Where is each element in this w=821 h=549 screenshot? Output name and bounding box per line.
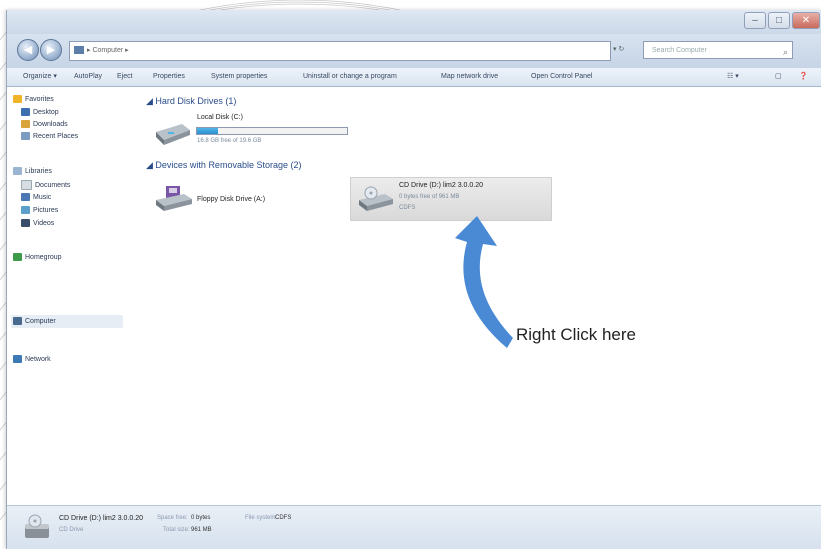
nav-label: Music	[33, 194, 52, 201]
cd-drive-fs: CDFS	[399, 205, 416, 211]
map-network-drive-button[interactable]: Map network drive	[441, 68, 498, 86]
nav-homegroup[interactable]: Homegroup	[13, 253, 62, 263]
desktop-icon	[21, 108, 30, 117]
removable-group-header[interactable]: ◢ Devices with Removable Storage (2)	[146, 160, 301, 171]
collapse-arrow-icon: ◢	[146, 160, 156, 170]
status-total-size-label: Total size:	[163, 527, 190, 533]
details-pane: CD Drive (D:) lim2 3.0.0.20 CD Drive Spa…	[7, 505, 821, 549]
local-disk-name: Local Disk (C:)	[197, 114, 243, 121]
eject-button[interactable]: Eject	[117, 68, 133, 86]
cd-drive-icon	[359, 186, 393, 211]
nav-music[interactable]: Music	[21, 193, 51, 203]
group-label: Hard Disk Drives (1)	[155, 96, 237, 106]
local-disk-capacity-bar	[196, 127, 348, 135]
cd-drive-icon	[25, 514, 49, 538]
nav-favorites[interactable]: Favorites	[13, 95, 54, 105]
forward-button[interactable]: ▶	[40, 39, 62, 61]
maximize-button[interactable]: □	[768, 12, 790, 29]
nav-recent-places[interactable]: Recent Places	[21, 132, 78, 142]
nav-desktop[interactable]: Desktop	[21, 108, 59, 118]
recent-places-icon	[21, 132, 30, 141]
cd-drive-name: CD Drive (D:) lim2 3.0.0.20	[399, 182, 484, 189]
command-toolbar: Organize ▾ AutoPlay Eject Properties Sys…	[7, 68, 821, 87]
floppy-drive-icon	[156, 186, 192, 211]
music-icon	[21, 193, 30, 202]
nav-label: Videos	[33, 220, 55, 227]
annotation-text: Right Click here	[516, 325, 636, 344]
collapse-arrow-icon: ◢	[146, 96, 156, 106]
computer-icon	[74, 46, 84, 55]
floppy-drive-name: Floppy Disk Drive (A:)	[197, 196, 266, 203]
computer-icon	[13, 317, 22, 326]
back-button[interactable]: ◀	[17, 39, 39, 61]
search-icon: ⌕	[782, 47, 788, 57]
nav-label: Network	[25, 356, 51, 363]
close-button[interactable]: ✕	[792, 12, 820, 29]
homegroup-icon	[13, 253, 22, 262]
search-placeholder: Search Computer	[652, 47, 707, 54]
status-drive-name: CD Drive (D:) lim2 3.0.0.20	[59, 515, 144, 522]
properties-button[interactable]: Properties	[153, 68, 185, 86]
hard-drive-icon	[156, 124, 190, 145]
star-icon	[13, 95, 22, 104]
libraries-icon	[13, 167, 22, 176]
status-fs-label: File system:	[245, 515, 278, 521]
open-control-panel-button[interactable]: Open Control Panel	[531, 68, 592, 86]
cd-drive-free: 0 bytes free of 961 MB	[399, 194, 460, 200]
explorer-window: – □ ✕ ◀ ▶ ▸ Computer ▸ ▾ ↻ Search Comput…	[6, 10, 821, 549]
status-space-free-label: Space free:	[157, 515, 188, 521]
downloads-icon	[21, 120, 30, 129]
nav-label: Favorites	[25, 96, 54, 103]
annotation-arrow	[455, 216, 513, 348]
nav-label: Desktop	[33, 109, 59, 116]
nav-label: Pictures	[33, 207, 59, 214]
autoplay-button[interactable]: AutoPlay	[74, 68, 102, 86]
group-label: Devices with Removable Storage (2)	[155, 160, 302, 170]
nav-documents[interactable]: Documents	[21, 180, 70, 190]
nav-downloads[interactable]: Downloads	[21, 120, 68, 130]
nav-computer[interactable]: Computer	[13, 317, 56, 327]
nav-label: Recent Places	[33, 133, 79, 140]
status-total-size-value: 961 MB	[191, 527, 212, 533]
nav-label: Computer	[25, 318, 56, 325]
capacity-fill	[197, 128, 218, 134]
address-bar[interactable]: ▸ Computer ▸	[69, 41, 611, 61]
title-bar: – □ ✕	[7, 10, 821, 34]
minimize-button[interactable]: –	[744, 12, 766, 29]
preview-pane-icon[interactable]: ▢	[775, 68, 782, 86]
documents-icon	[21, 180, 32, 190]
nav-videos[interactable]: Videos	[21, 219, 54, 229]
address-path: ▸ Computer ▸	[87, 47, 129, 54]
status-drive-type: CD Drive	[59, 527, 84, 533]
nav-pictures[interactable]: Pictures	[21, 206, 58, 216]
pictures-icon	[21, 206, 30, 215]
refresh-button[interactable]: ▾ ↻	[613, 41, 639, 59]
help-icon[interactable]: ❓	[799, 68, 808, 86]
nav-label: Documents	[35, 181, 71, 189]
status-space-free-value: 0 bytes	[191, 515, 211, 521]
nav-label: Libraries	[25, 168, 52, 175]
uninstall-program-button[interactable]: Uninstall or change a program	[303, 68, 397, 86]
hdd-group-header[interactable]: ◢ Hard Disk Drives (1)	[146, 96, 236, 107]
local-disk-free: 16.8 GB free of 19.6 GB	[197, 138, 262, 144]
system-properties-button[interactable]: System properties	[211, 68, 267, 86]
videos-icon	[21, 219, 30, 228]
address-row: ◀ ▶ ▸ Computer ▸ ▾ ↻ Search Computer ⌕	[7, 34, 821, 68]
nav-libraries[interactable]: Libraries	[13, 167, 52, 177]
back-arrow-icon: ◀	[23, 44, 33, 56]
navigation-pane: Favorites Desktop Downloads Recent Place…	[7, 87, 131, 505]
search-input[interactable]: Search Computer ⌕	[643, 41, 793, 59]
forward-arrow-icon: ▶	[46, 44, 56, 56]
view-options-icon[interactable]: ☷ ▾	[727, 68, 739, 86]
nav-label: Homegroup	[25, 254, 62, 261]
nav-label: Downloads	[33, 121, 68, 128]
organize-button[interactable]: Organize ▾	[23, 68, 57, 86]
network-icon	[13, 355, 22, 364]
nav-network[interactable]: Network	[13, 355, 51, 365]
status-fs-value: CDFS	[275, 515, 292, 521]
